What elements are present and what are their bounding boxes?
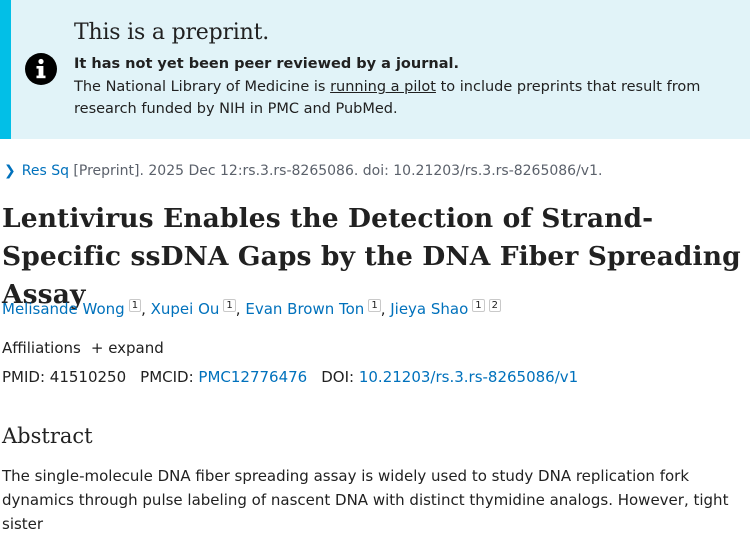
author-link[interactable]: Melisande Wong — [2, 300, 125, 318]
author-list: Melisande Wong 1, Xupei Ou 1, Evan Brown T… — [2, 299, 502, 318]
chevron-right-icon: ❯ — [4, 163, 16, 179]
pmid-value: 41510250 — [49, 368, 127, 386]
expand-affiliations-button[interactable]: + expand — [91, 339, 164, 357]
banner-accent-bar — [0, 0, 11, 139]
expand-label: expand — [108, 339, 164, 357]
plus-icon: + — [90, 339, 109, 357]
pmcid-label: PMCID: — [140, 368, 199, 386]
author-link[interactable]: Xupei Ou — [151, 300, 220, 318]
author-link[interactable]: Jieya Shao — [390, 300, 468, 318]
affiliation-ref[interactable]: 1 — [368, 299, 381, 312]
author-link[interactable]: Evan Brown Ton — [245, 300, 364, 318]
article-title: Lentivirus Enables the Detection of Stra… — [2, 203, 741, 310]
running-a-pilot-link[interactable]: running a pilot — [330, 79, 436, 95]
affiliation-ref[interactable]: 1 — [128, 299, 142, 312]
banner-text-before: The National Library of Medicine is — [74, 79, 331, 95]
pmcid-link[interactable]: PMC12776476 — [198, 368, 307, 386]
citation-details: [Preprint]. 2025 Dec 12:rs.3.rs-8265086.… — [68, 163, 603, 179]
banner-strong-text: It has not yet been peer reviewed by a j… — [74, 56, 459, 72]
affiliation-ref[interactable]: 1 — [223, 299, 236, 312]
banner-text: The National Library of Medicine is runn… — [74, 76, 744, 120]
affiliation-ref[interactable]: 2 — [488, 299, 502, 312]
citation-line: ❯ Res Sq [Preprint]. 2025 Dec 12:rs.3.rs-… — [4, 163, 602, 179]
banner-title: This is a preprint. — [74, 20, 270, 45]
pmid-label: PMID: — [2, 368, 50, 386]
affiliation-ref[interactable]: 1 — [472, 299, 485, 312]
doi-label: DOI: — [321, 368, 359, 386]
identifiers-row: PMID: 41510250 PMCID: PMC12776476 DOI: 10.… — [2, 368, 578, 386]
info-circle-icon — [25, 53, 57, 85]
preprint-banner: This is a preprint. It has not yet been … — [0, 0, 750, 139]
affiliations-label: Affiliations — [2, 339, 81, 357]
journal-link[interactable]: Res Sq — [22, 163, 69, 179]
abstract-heading: Abstract — [2, 424, 93, 448]
abstract-text: The single-molecule DNA fiber spreading … — [2, 467, 729, 533]
affiliations-row: Affiliations + expand — [2, 339, 164, 357]
doi-link[interactable]: 10.21203/rs.3.rs-8265086/v1 — [359, 368, 578, 386]
